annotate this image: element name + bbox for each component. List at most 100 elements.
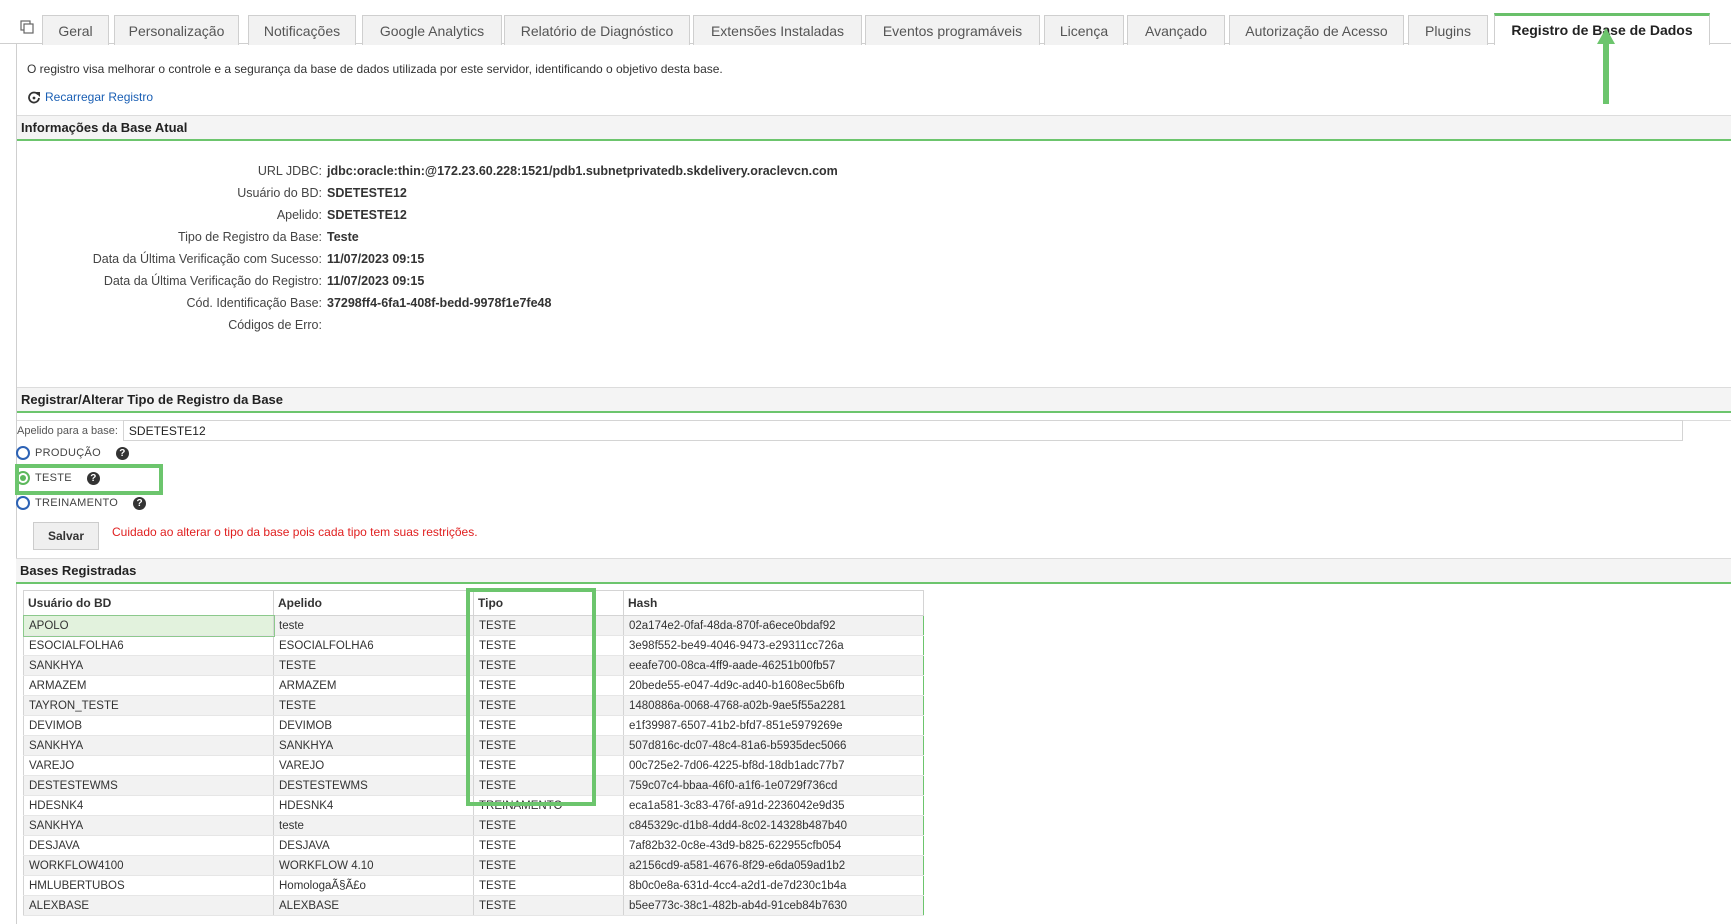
cell-hash[interactable]: eca1a581-3c83-476f-a91d-2236042e9d35 — [623, 795, 924, 816]
tab-notificacoes[interactable]: Notificações — [248, 15, 356, 45]
table-row[interactable]: HDESNK4 HDESNK4 TREINAMENTO eca1a581-3c83-4… — [23, 795, 924, 816]
cell-hash[interactable]: 759c07c4-bbaa-46f0-a1f6-1e0729f736cd — [623, 775, 924, 796]
table-row[interactable]: ARMAZEM ARMAZEM TESTE 20bede55-e047-4d9c-ad… — [23, 675, 924, 696]
table-row[interactable]: DESTESTEWMS DESTESTEWMS TESTE 759c07c4-bbaa… — [23, 775, 924, 796]
cell-hash[interactable]: 7af82b32-0c8e-43d9-b825-622955cfb054 — [623, 835, 924, 856]
tab-google-analytics[interactable]: Google Analytics — [362, 15, 502, 45]
cell-tipo[interactable]: TESTE — [473, 835, 624, 856]
table-row[interactable]: APOLO teste TESTE 02a174e2-0faf-48da-870f-a… — [22, 614, 924, 637]
tab-plugins[interactable]: Plugins — [1408, 15, 1488, 45]
cell-hash[interactable]: c845329c-d1b8-4dd4-8c02-14328b487b40 — [623, 815, 924, 836]
radio-button[interactable] — [16, 496, 30, 510]
table-row[interactable]: HMLUBERTUBOS HomologaÃ§Ã£o TESTE 8b0c0e8a-6… — [23, 875, 924, 896]
cell-usuario[interactable]: SANKHYA — [23, 815, 274, 836]
radio-button[interactable] — [16, 446, 30, 460]
table-row[interactable]: DEVIMOB DEVIMOB TESTE e1f39987-6507-41b2-bf… — [23, 715, 924, 736]
column-header-usuario[interactable]: Usuário do BD — [23, 590, 274, 616]
cell-tipo[interactable]: TESTE — [473, 775, 624, 796]
cell-apelido[interactable]: VAREJO — [273, 755, 474, 776]
cell-hash[interactable]: 1480886a-0068-4768-a02b-9ae5f55a2281 — [623, 695, 924, 716]
tab-relatorio-diagnostico[interactable]: Relatório de Diagnóstico — [504, 15, 690, 45]
cell-hash[interactable]: 8b0c0e8a-631d-4cc4-a2d1-de7d230c1b4a — [623, 875, 924, 896]
cell-hash[interactable]: e1f39987-6507-41b2-bfd7-851e5979269e — [623, 715, 924, 736]
table-row[interactable]: SANKHYA TESTE TESTE eeafe700-08ca-4ff9-aade… — [23, 655, 924, 676]
radio-option-treinamento[interactable]: TREINAMENTO ? — [16, 496, 147, 510]
table-row[interactable]: WORKFLOW4100 WORKFLOW 4.10 TESTE a2156cd9-a… — [23, 855, 924, 876]
cell-apelido[interactable]: ESOCIALFOLHA6 — [273, 635, 474, 656]
tab-autorizacao-acesso[interactable]: Autorização de Acesso — [1229, 15, 1404, 45]
cell-hash[interactable]: 00c725e2-7d06-4225-bf8d-18db1adc77b7 — [623, 755, 924, 776]
cell-hash[interactable]: 02a174e2-0faf-48da-870f-a6ece0bdaf92 — [623, 615, 924, 636]
window-restore-icon[interactable] — [20, 20, 34, 34]
cell-hash[interactable]: 3e98f552-be49-4046-9473-e29311cc726a — [623, 635, 924, 656]
tab-personalizacao[interactable]: Personalização — [114, 15, 239, 45]
cell-tipo[interactable]: TREINAMENTO — [473, 795, 624, 816]
cell-tipo[interactable]: TESTE — [473, 615, 624, 636]
radio-option-producao[interactable]: PRODUÇÃO ? — [16, 446, 129, 460]
cell-hash[interactable]: b5ee773c-38c1-482b-ab4d-91ceb84b7630 — [623, 895, 924, 916]
cell-usuario[interactable]: DESJAVA — [23, 835, 274, 856]
cell-usuario[interactable]: SANKHYA — [23, 655, 274, 676]
cell-tipo[interactable]: TESTE — [473, 635, 624, 656]
cell-apelido[interactable]: teste — [273, 615, 474, 636]
cell-apelido[interactable]: ARMAZEM — [273, 675, 474, 696]
cell-tipo[interactable]: TESTE — [473, 875, 624, 896]
cell-tipo[interactable]: TESTE — [473, 735, 624, 756]
cell-hash[interactable]: 507d816c-dc07-48c4-81a6-b5935dec5066 — [623, 735, 924, 756]
column-header-apelido[interactable]: Apelido — [273, 590, 474, 616]
cell-apelido[interactable]: DESTESTEWMS — [273, 775, 474, 796]
column-header-tipo[interactable]: Tipo — [473, 590, 624, 616]
cell-tipo[interactable]: TESTE — [473, 695, 624, 716]
cell-usuario[interactable]: ALEXBASE — [23, 895, 274, 916]
save-button[interactable]: Salvar — [33, 522, 99, 550]
cell-apelido[interactable]: teste — [273, 815, 474, 836]
cell-hash[interactable]: 20bede55-e047-4d9c-ad40-b1608ec5b6fb — [623, 675, 924, 696]
cell-usuario[interactable]: ARMAZEM — [23, 675, 274, 696]
cell-usuario[interactable]: VAREJO — [23, 755, 274, 776]
help-icon[interactable]: ? — [115, 446, 129, 460]
cell-usuario[interactable]: WORKFLOW4100 — [23, 855, 274, 876]
help-icon[interactable]: ? — [133, 496, 147, 510]
cell-apelido[interactable]: TESTE — [273, 655, 474, 676]
tab-licenca[interactable]: Licença — [1044, 15, 1124, 45]
cell-usuario[interactable]: DEVIMOB — [23, 715, 274, 736]
alias-input[interactable] — [122, 420, 1683, 441]
reload-link[interactable]: Recarregar Registro — [27, 90, 153, 104]
cell-tipo[interactable]: TESTE — [473, 755, 624, 776]
cell-usuario[interactable]: ESOCIALFOLHA6 — [23, 635, 274, 656]
tab-eventos-programaveis[interactable]: Eventos programáveis — [865, 15, 1040, 45]
cell-hash[interactable]: eeafe700-08ca-4ff9-aade-46251b00fb57 — [623, 655, 924, 676]
cell-apelido[interactable]: DEVIMOB — [273, 715, 474, 736]
cell-apelido[interactable]: DESJAVA — [273, 835, 474, 856]
table-row[interactable]: SANKHYA SANKHYA TESTE 507d816c-dc07-48c4-81… — [23, 735, 924, 756]
cell-apelido[interactable]: SANKHYA — [273, 735, 474, 756]
cell-usuario[interactable]: HDESNK4 — [23, 795, 274, 816]
radio-option-teste[interactable]: TESTE ? — [16, 471, 100, 485]
cell-tipo[interactable]: TESTE — [473, 815, 624, 836]
cell-apelido[interactable]: TESTE — [273, 695, 474, 716]
radio-button[interactable] — [16, 471, 30, 485]
cell-apelido[interactable]: HDESNK4 — [273, 795, 474, 816]
cell-apelido[interactable]: ALEXBASE — [273, 895, 474, 916]
table-row[interactable]: VAREJO VAREJO TESTE 00c725e2-7d06-4225-bf8d… — [23, 755, 924, 776]
tab-extensoes-instaladas[interactable]: Extensões Instaladas — [693, 15, 862, 45]
tab-avancado[interactable]: Avançado — [1127, 15, 1225, 45]
cell-usuario[interactable]: HMLUBERTUBOS — [23, 875, 274, 896]
cell-usuario[interactable]: TAYRON_TESTE — [23, 695, 274, 716]
cell-tipo[interactable]: TESTE — [473, 655, 624, 676]
table-row[interactable]: DESJAVA DESJAVA TESTE 7af82b32-0c8e-43d9-b8… — [23, 835, 924, 856]
cell-hash[interactable]: a2156cd9-a581-4676-8f29-e6da059ad1b2 — [623, 855, 924, 876]
column-header-hash[interactable]: Hash — [623, 590, 924, 616]
tab-geral[interactable]: Geral — [42, 15, 109, 45]
table-row[interactable]: ALEXBASE ALEXBASE TESTE b5ee773c-38c1-482b-… — [23, 895, 924, 916]
cell-usuario[interactable]: SANKHYA — [23, 735, 274, 756]
cell-apelido[interactable]: HomologaÃ§Ã£o — [273, 875, 474, 896]
cell-tipo[interactable]: TESTE — [473, 855, 624, 876]
cell-tipo[interactable]: TESTE — [473, 895, 624, 916]
cell-tipo[interactable]: TESTE — [473, 715, 624, 736]
cell-tipo[interactable]: TESTE — [473, 675, 624, 696]
cell-usuario[interactable]: DESTESTEWMS — [23, 775, 274, 796]
help-icon[interactable]: ? — [86, 471, 100, 485]
cell-apelido[interactable]: WORKFLOW 4.10 — [273, 855, 474, 876]
table-row[interactable]: ESOCIALFOLHA6 ESOCIALFOLHA6 TESTE 3e98f552-… — [23, 635, 924, 656]
